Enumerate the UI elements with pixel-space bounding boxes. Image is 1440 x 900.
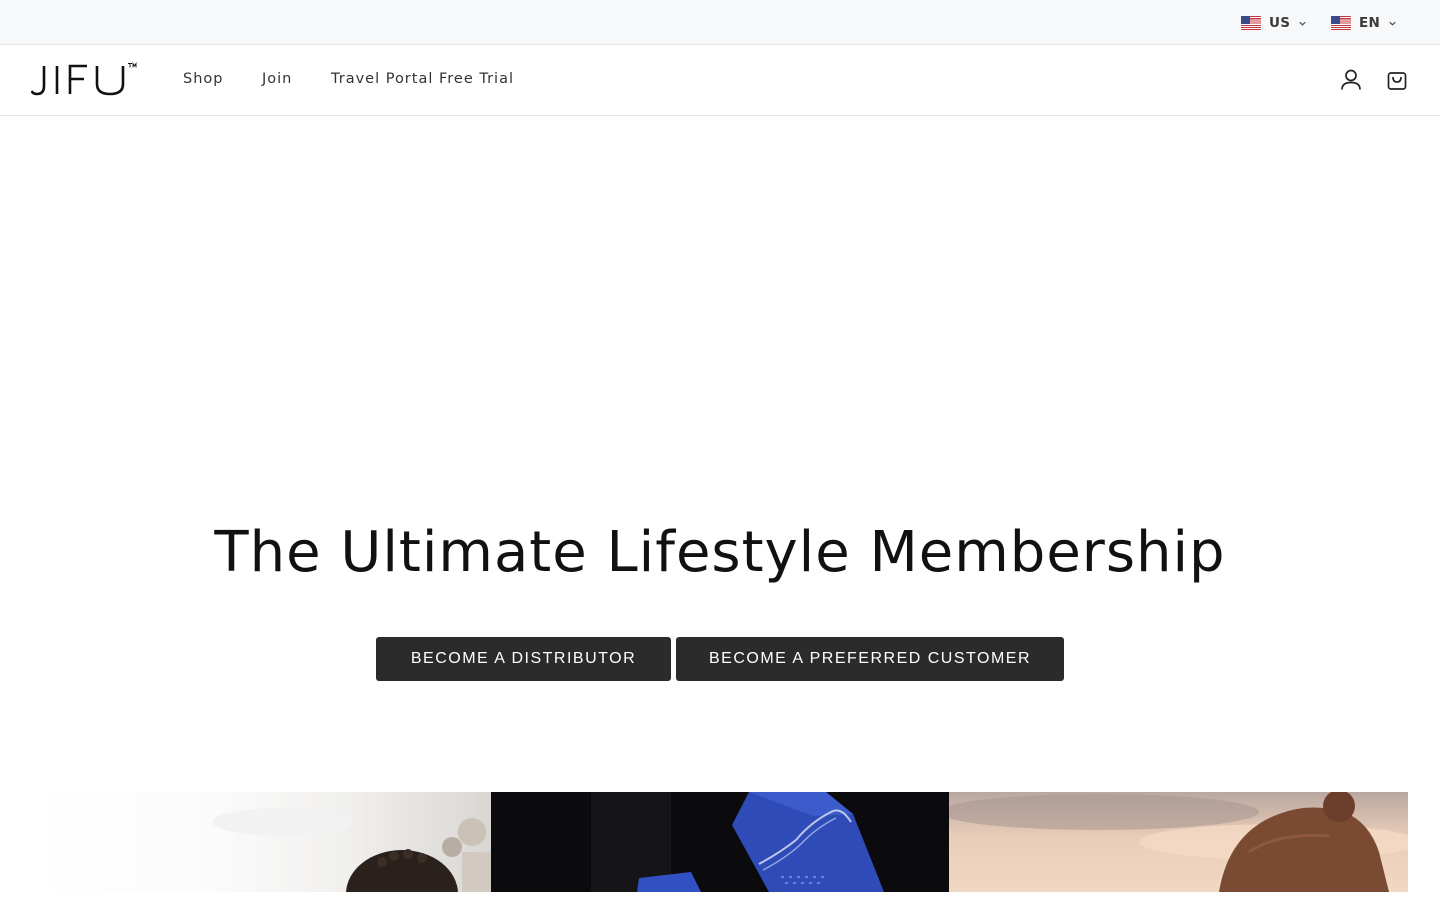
chevron-down-icon [1299,21,1306,26]
country-label: US [1269,15,1291,31]
become-distributor-button[interactable]: BECOME A DISTRIBUTOR [376,637,671,681]
language-selector[interactable]: EN [1331,13,1397,33]
blue-cards-photo[interactable] [491,792,949,892]
blue-cards-graphic [591,792,884,892]
nav-shop-link[interactable]: Shop [183,71,223,87]
utility-bar: US EN [0,0,1440,45]
chevron-down-icon [1389,21,1396,26]
people-outdoors-graphic [212,808,491,892]
main-nav: Shop Join Travel Portal Free Trial [0,45,1440,116]
language-label: EN [1359,15,1381,31]
jifu-logo[interactable] [31,62,137,98]
nav-travel-portal-link[interactable]: Travel Portal Free Trial [331,71,514,87]
hero-title: The Ultimate Lifestyle Membership [214,520,1226,585]
sunset-person-photo[interactable] [949,792,1408,892]
country-selector[interactable]: US [1241,13,1307,33]
people-outdoors-photo[interactable] [32,792,491,892]
us-flag-icon [1331,16,1351,30]
us-flag-icon [1241,16,1261,30]
nav-join-link[interactable]: Join [262,71,292,87]
become-preferred-customer-button[interactable]: BECOME A PREFERRED CUSTOMER [676,637,1064,681]
account-icon[interactable] [1340,68,1362,92]
sunset-person-graphic [949,792,1408,892]
cart-icon[interactable] [1386,68,1408,92]
